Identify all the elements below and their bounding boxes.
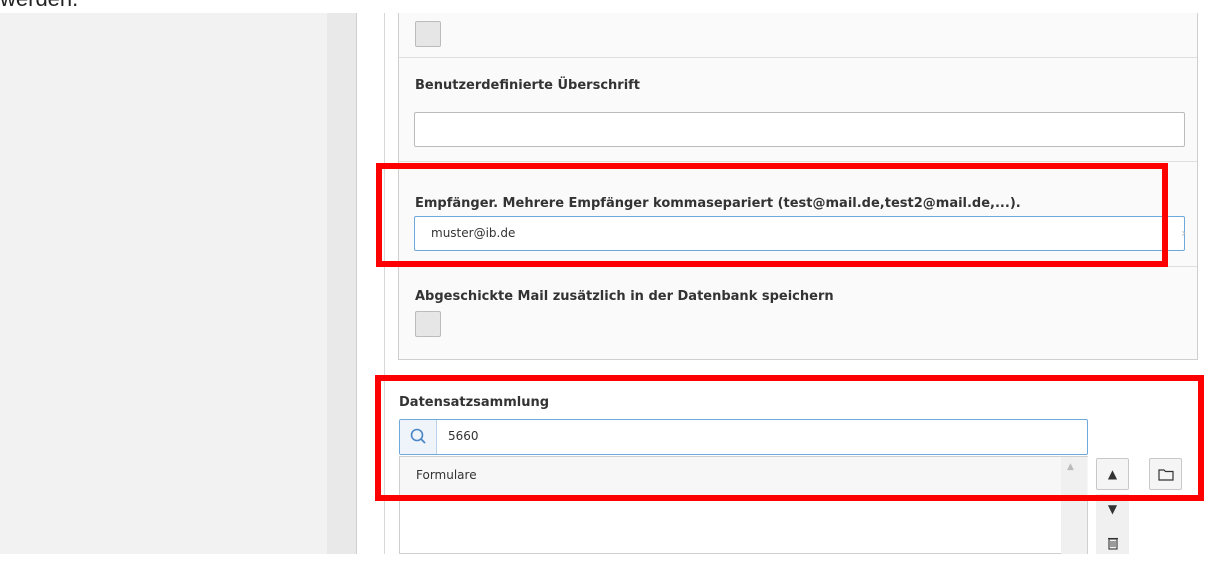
field-separator (399, 161, 1197, 162)
save-mail-checkbox[interactable] (415, 311, 441, 337)
delete-button[interactable] (1096, 531, 1129, 563)
page-continuation-text: werden. (0, 0, 78, 12)
field-separator (399, 57, 1197, 58)
record-collection-highlight-box (375, 375, 1204, 501)
chevron-right-icon: › (1181, 226, 1186, 240)
top-checkbox[interactable] (415, 21, 441, 47)
save-mail-label: Abgeschickte Mail zusätzlich in der Date… (415, 289, 834, 304)
trash-icon (1107, 537, 1118, 550)
arrow-down-icon: ▼ (1107, 502, 1118, 516)
custom-heading-input[interactable] (414, 112, 1185, 147)
left-gutter (327, 13, 356, 554)
recipient-highlight-box (376, 163, 1168, 267)
gutter-divider (356, 13, 357, 554)
custom-heading-label: Benutzerdefinierte Überschrift (415, 78, 641, 93)
left-panel (0, 13, 327, 554)
